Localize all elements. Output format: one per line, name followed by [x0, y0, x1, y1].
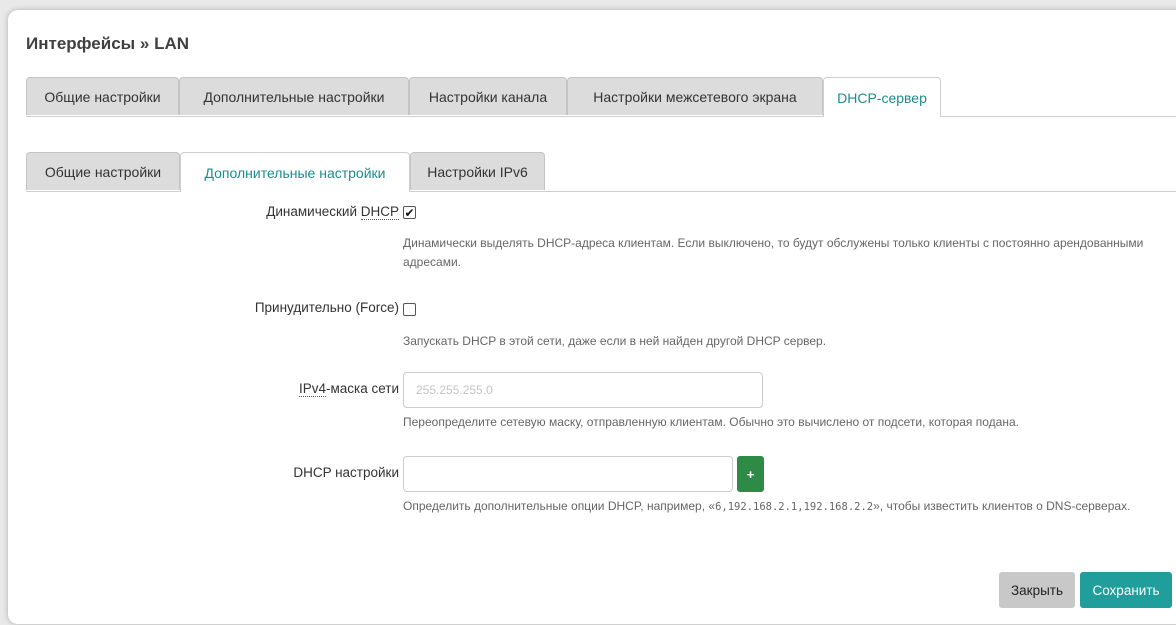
tab-physical-settings[interactable]: Настройки канала — [409, 77, 567, 115]
netmask-input[interactable] — [403, 372, 763, 408]
tab-firewall-settings[interactable]: Настройки межсетевого экрана — [567, 77, 823, 115]
dialog: Интерфейсы » LAN Общие настройки Дополни… — [8, 10, 1176, 624]
subtab-general-settings[interactable]: Общие настройки — [26, 152, 180, 190]
force-help: Запускать DHCP в этой сети, даже если в … — [403, 334, 827, 348]
tab-advanced-settings[interactable]: Дополнительные настройки — [179, 77, 409, 115]
checkmark-icon: ✔ — [404, 205, 415, 220]
netmask-label: IPv4-маска сети — [298, 381, 399, 397]
dhcp-options-help-text-end: », чтобы известить клиентов о DNS-сервер… — [873, 499, 1131, 513]
tab-dhcp-server[interactable]: DHCP-сервер — [823, 77, 941, 117]
main-tab-bar: Общие настройки Дополнительные настройки… — [26, 77, 1176, 117]
dynamic-dhcp-checkbox[interactable]: ✔ — [403, 206, 416, 219]
tab-general-settings[interactable]: Общие настройки — [26, 77, 179, 115]
subtab-ipv6-settings[interactable]: Настройки IPv6 — [410, 152, 545, 190]
dhcp-options-help: Определить дополнительные опции DHCP, на… — [403, 497, 1163, 517]
dhcp-options-help-text: Определить дополнительные опции DHCP, на… — [403, 499, 716, 513]
close-button[interactable]: Закрыть — [999, 572, 1075, 608]
dynamic-dhcp-label-text: Динамический — [266, 204, 361, 219]
save-button[interactable]: Сохранить — [1080, 572, 1172, 608]
netmask-label-text: -маска сети — [325, 381, 399, 396]
force-checkbox[interactable] — [403, 303, 416, 316]
subtab-advanced-settings[interactable]: Дополнительные настройки — [180, 152, 410, 192]
dhcp-abbr: DHCP — [360, 204, 399, 220]
ipv4-abbr: IPv4 — [298, 381, 326, 397]
add-dhcp-option-button[interactable]: + — [737, 456, 764, 492]
dhcp-options-input[interactable] — [403, 456, 733, 492]
dynamic-dhcp-help: Динамически выделять DHCP-адреса клиента… — [403, 236, 1144, 269]
dhcp-options-label: DHCP настройки — [293, 465, 399, 480]
force-label: Принудительно (Force) — [254, 300, 399, 315]
sub-tab-bar: Общие настройки Дополнительные настройки… — [26, 152, 1176, 192]
page-title: Интерфейсы » LAN — [26, 34, 190, 53]
dynamic-dhcp-label: Динамический DHCP — [266, 204, 399, 220]
dhcp-options-example: 6,192.168.2.1,192.168.2.2 — [715, 501, 874, 513]
netmask-help: Переопределите сетевую маску, отправленн… — [403, 415, 1019, 429]
